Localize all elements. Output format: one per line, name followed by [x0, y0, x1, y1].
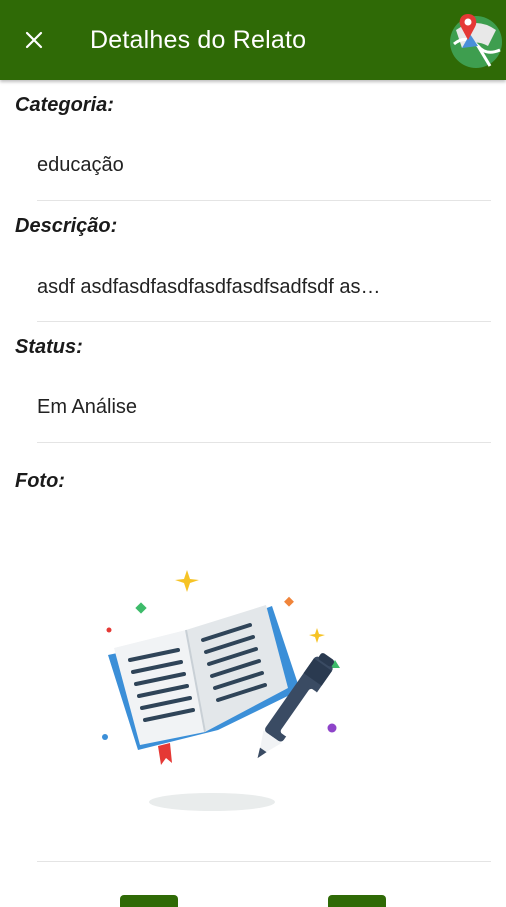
divider [37, 442, 491, 443]
photo-image[interactable] [90, 560, 360, 820]
map-location-icon [450, 14, 502, 68]
app-bar: Detalhes do Relato [0, 0, 506, 80]
description-label: Descrição: [15, 215, 118, 237]
divider [37, 321, 491, 322]
close-button[interactable] [14, 20, 54, 60]
status-label: Status: [15, 336, 83, 358]
book-pen-illustration [102, 570, 340, 811]
page-title: Detalhes do Relato [90, 26, 307, 54]
bottom-right-button[interactable] [328, 895, 386, 907]
photo-label: Foto: [15, 470, 65, 492]
category-value: educação [37, 154, 124, 176]
divider [37, 861, 491, 862]
category-label: Categoria: [15, 94, 114, 116]
status-value: Em Análise [37, 396, 138, 418]
bottom-left-button[interactable] [120, 895, 178, 907]
description-value: asdf asdfasdfasdfasdfasdfsadfsdf as… [37, 276, 381, 298]
divider [37, 200, 491, 201]
map-button[interactable] [448, 12, 504, 70]
close-icon [25, 31, 43, 49]
